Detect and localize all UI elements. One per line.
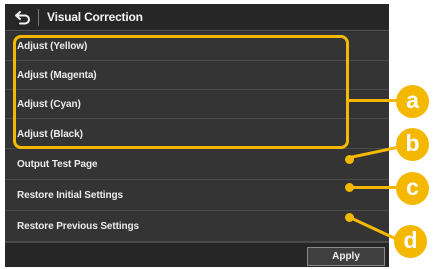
callout-b-badge: b bbox=[396, 128, 429, 161]
page-title: Visual Correction bbox=[47, 10, 143, 24]
callout-d-badge: d bbox=[394, 225, 427, 258]
callout-c-leader bbox=[350, 186, 397, 189]
back-arrow-icon[interactable] bbox=[14, 10, 31, 25]
menu-item-output-test-page[interactable]: Output Test Page bbox=[5, 149, 389, 180]
menu-item-restore-previous-settings[interactable]: Restore Previous Settings bbox=[5, 211, 389, 242]
callout-a-badge: a bbox=[396, 85, 429, 118]
title-bar: Visual Correction bbox=[5, 4, 389, 31]
callout-a-bracket bbox=[13, 35, 349, 149]
menu-item-restore-initial-settings[interactable]: Restore Initial Settings bbox=[5, 180, 389, 211]
callout-a-leader bbox=[349, 99, 399, 102]
menu-item-label: Restore Previous Settings bbox=[17, 221, 139, 232]
menu-item-label: Restore Initial Settings bbox=[17, 190, 123, 201]
title-divider bbox=[38, 9, 39, 26]
menu-item-label: Output Test Page bbox=[17, 159, 98, 170]
apply-button[interactable]: Apply bbox=[307, 247, 385, 266]
callout-c-badge: c bbox=[396, 172, 429, 205]
